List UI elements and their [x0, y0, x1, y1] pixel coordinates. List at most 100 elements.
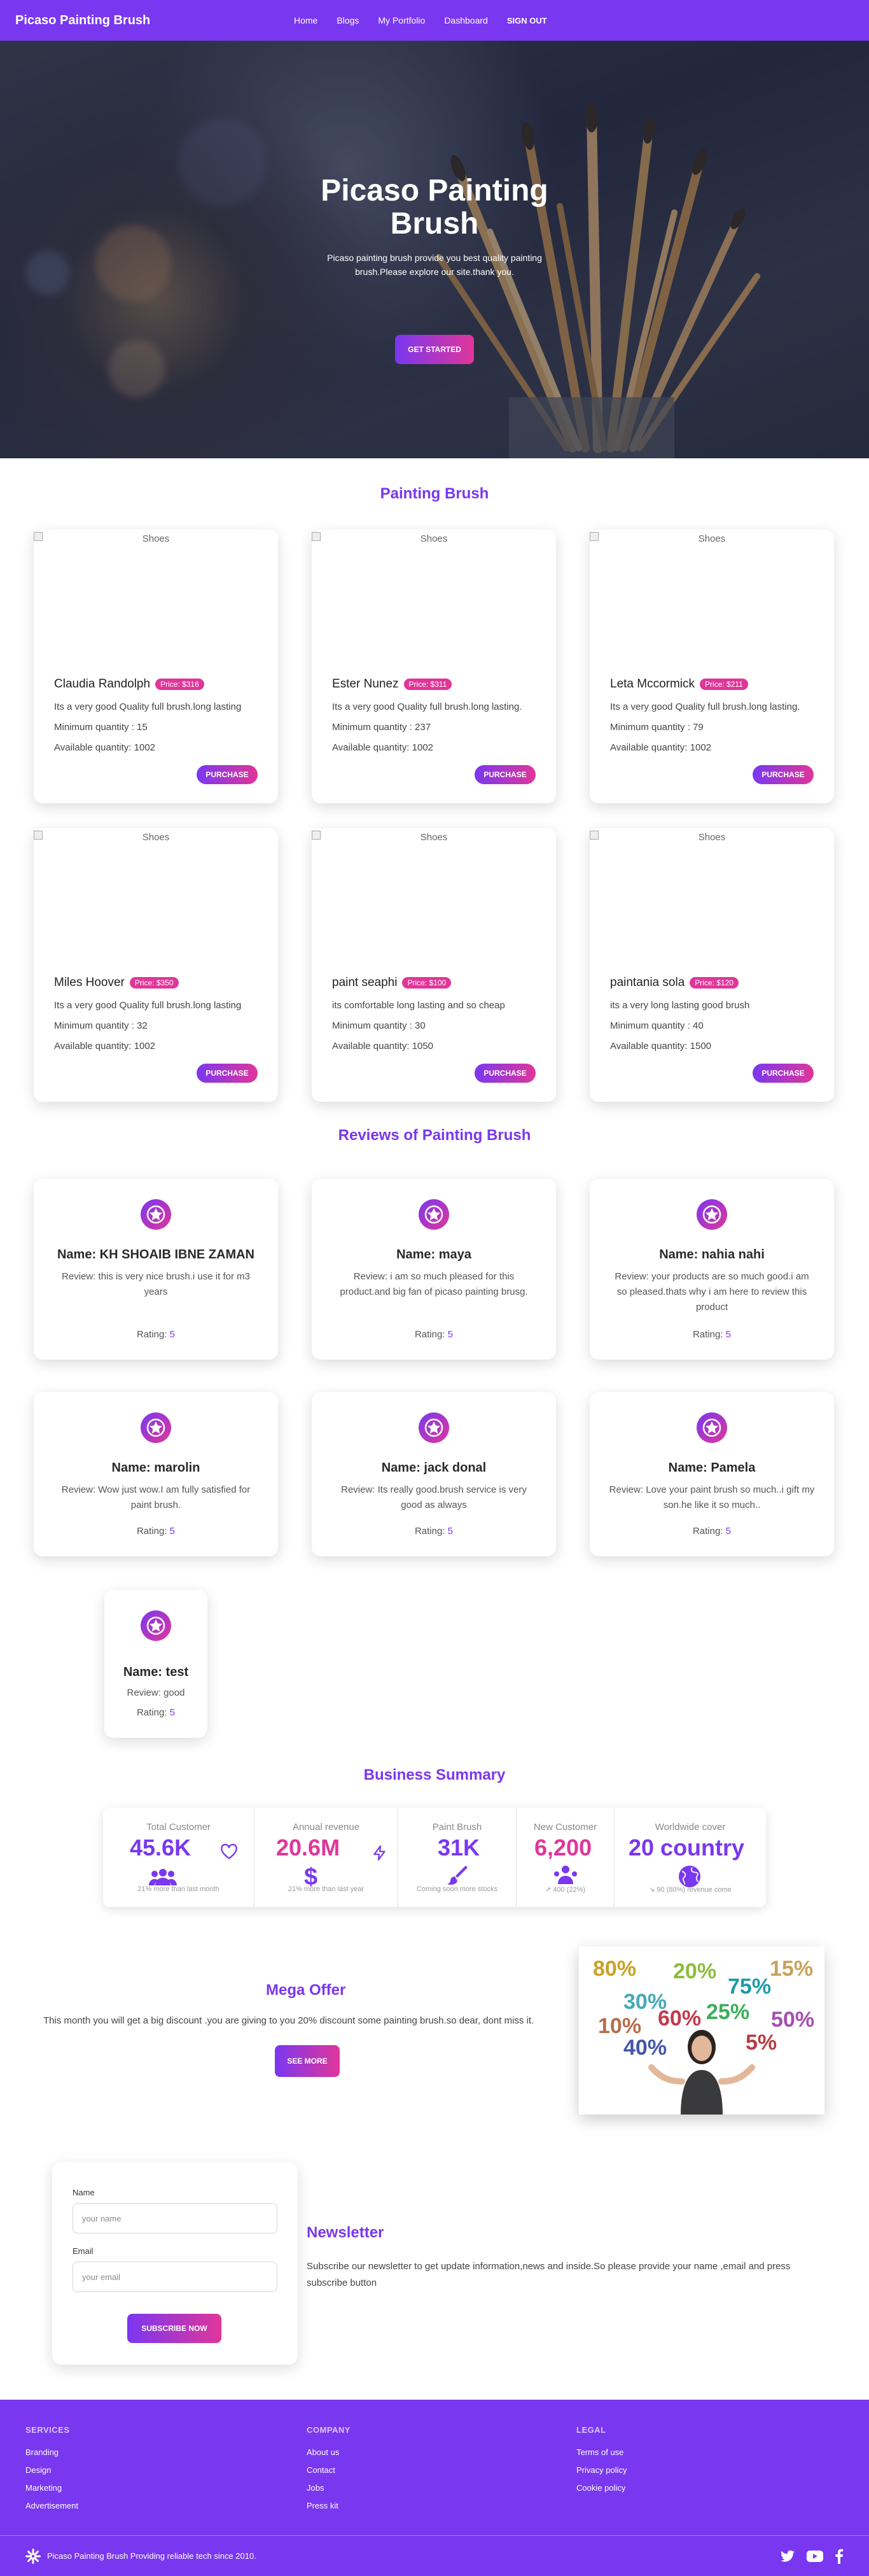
nav-link-portfolio[interactable]: My Portfolio — [378, 15, 425, 25]
percent-label: 15% — [770, 1957, 814, 1981]
navbar: Picaso Painting Brush Home Blogs My Port… — [0, 0, 869, 41]
stat-value: 20.6M — [276, 1834, 340, 1861]
star-icon — [141, 1610, 171, 1641]
product-image-alt: Shoes — [698, 533, 726, 544]
review-text: Review: this is very nice brush.i use it… — [62, 1271, 250, 1297]
hero-subtitle: Picaso painting brush provide you best q… — [327, 253, 542, 277]
product-name: Leta Mccormick — [610, 677, 695, 691]
footer-link-terms[interactable]: Terms of use — [576, 2447, 627, 2457]
brush-icon — [447, 1866, 468, 1885]
footer-link-advertisement[interactable]: Advertisement — [25, 2501, 78, 2510]
stat-value: 20 country — [629, 1834, 745, 1861]
review-rating: Rating: 5 — [590, 1526, 834, 1537]
minimum-quantity: Minimum quantity : 32 — [54, 1020, 148, 1031]
product-image-alt: Shoes — [420, 533, 448, 544]
available-quantity: Available quantity: 1500 — [610, 1041, 712, 1052]
stat-worldwide-cover: Worldwide cover 20 country ↘ 90 (80%) re… — [615, 1808, 766, 1907]
product-card: Shoes paintania sola Price: $120 its a very… — [590, 828, 834, 1102]
email-input[interactable] — [73, 2262, 277, 2292]
stat-label: Paint Brush — [432, 1822, 482, 1833]
reviewer-name: Name: KH SHOAIB IBNE ZAMAN — [57, 1248, 255, 1262]
stat-subtext: ↘ 90 (80%) revenue come — [649, 1886, 732, 1894]
review-card: Name: nahia nahi Review: your products ar… — [590, 1179, 834, 1360]
footer-link-about[interactable]: About us — [307, 2447, 351, 2457]
twitter-icon[interactable] — [780, 2549, 795, 2564]
stat-subtext: ↗ 400 (22%) — [545, 1886, 586, 1894]
review-rating: Rating: 5 — [312, 1329, 556, 1340]
product-card: Shoes Miles Hoover Price: $350 Its a very g… — [34, 828, 278, 1102]
minimum-quantity: Minimum quantity : 237 — [332, 722, 431, 733]
product-image-alt: Shoes — [142, 832, 170, 843]
users-icon — [149, 1869, 177, 1885]
purchase-button[interactable]: PURCHASE — [197, 765, 258, 784]
stat-new-customer: New Customer 6,200 ↗ 400 (22%) — [517, 1808, 615, 1907]
stat-label: Total Customer — [146, 1822, 211, 1833]
product-name-row: paint seaphi Price: $100 — [332, 976, 452, 990]
newsletter-form: Name Email SUBSCRIBE NOW — [52, 2162, 298, 2365]
stat-annual-revenue: Annual revenue 20.6M $ 21% more than las… — [254, 1808, 398, 1907]
product-description: its a very long lasting good brush — [610, 1000, 750, 1011]
product-description: Its a very good Quality full brush.long … — [332, 701, 522, 712]
nav-link-blogs[interactable]: Blogs — [337, 15, 359, 25]
email-label: Email — [73, 2246, 94, 2256]
reviewer-name: Name: test — [123, 1665, 189, 1679]
reviewer-name: Name: nahia nahi — [659, 1248, 765, 1262]
purchase-button[interactable]: PURCHASE — [197, 1064, 258, 1083]
minimum-quantity: Minimum quantity : 79 — [610, 722, 704, 733]
purchase-button[interactable]: PURCHASE — [475, 1064, 536, 1083]
product-description: Its a very good Quality full brush.long … — [54, 1000, 242, 1011]
minimum-quantity: Minimum quantity : 40 — [610, 1020, 704, 1031]
offer-image: 80% 20% 75% 15% 30% 60% 25% 10% 50% 40% … — [579, 1946, 824, 2115]
product-name: paint seaphi — [332, 976, 398, 989]
minimum-quantity: Minimum quantity : 15 — [54, 722, 148, 733]
price-badge: Price: $120 — [690, 977, 739, 989]
footer-link-jobs[interactable]: Jobs — [307, 2483, 351, 2493]
brand-logo[interactable]: Picaso Painting Brush — [15, 13, 150, 28]
percent-label: 25% — [706, 2000, 750, 2024]
copyright-text: Picaso Painting Brush Providing reliable… — [47, 2551, 256, 2561]
review-card: Name: jack donal Review: Its really good.… — [312, 1392, 556, 1556]
percent-label: 80% — [593, 1957, 637, 1981]
product-image-alt: Shoes — [420, 832, 448, 843]
available-quantity: Available quantity: 1002 — [54, 742, 156, 753]
product-image-alt: Shoes — [698, 832, 726, 843]
gear-logo-icon — [25, 2548, 41, 2564]
footer-link-marketing[interactable]: Marketing — [25, 2483, 78, 2493]
purchase-button[interactable]: PURCHASE — [475, 765, 536, 784]
purchase-button[interactable]: PURCHASE — [753, 1064, 814, 1083]
offer-title: Mega Offer — [266, 1981, 346, 1999]
name-input[interactable] — [73, 2203, 277, 2234]
footer-link-contact[interactable]: Contact — [307, 2465, 351, 2475]
footer-link-press-kit[interactable]: Press kit — [307, 2501, 351, 2510]
nav-link-home[interactable]: Home — [294, 15, 317, 25]
hero-title: Picaso Painting Brush — [321, 174, 548, 241]
product-card: Shoes Leta Mccormick Price: $211 Its a very… — [590, 530, 834, 803]
get-started-button[interactable]: GET STARTED — [395, 335, 474, 364]
youtube-icon[interactable] — [807, 2549, 823, 2564]
price-badge: Price: $350 — [129, 977, 179, 989]
footer-link-branding[interactable]: Branding — [25, 2447, 78, 2457]
see-more-button[interactable]: SEE MORE — [275, 2045, 340, 2077]
facebook-icon[interactable] — [835, 2549, 844, 2564]
sign-out-button[interactable]: SIGN OUT — [507, 16, 547, 25]
footer-bottom-bar: Picaso Painting Brush Providing reliable… — [0, 2535, 869, 2576]
review-text: Review: Love your paint brush so much..i… — [609, 1484, 815, 1510]
review-rating: Rating: 5 — [34, 1329, 278, 1340]
footer-link-privacy[interactable]: Privacy policy — [576, 2465, 627, 2475]
footer-link-design[interactable]: Design — [25, 2465, 78, 2475]
reviewer-name: Name: maya — [396, 1248, 471, 1262]
rating-value: 5 — [725, 1526, 732, 1537]
stat-paint-brush: Paint Brush 31K Coming soon more stocks — [398, 1808, 517, 1907]
rating-label: Rating: — [692, 1329, 723, 1340]
nav-link-dashboard[interactable]: Dashboard — [444, 15, 488, 25]
subscribe-button[interactable]: SUBSCRIBE NOW — [127, 2314, 221, 2343]
star-icon — [141, 1412, 171, 1443]
stat-value: 45.6K — [130, 1834, 191, 1861]
purchase-button[interactable]: PURCHASE — [753, 765, 814, 784]
product-name-row: paintania sola Price: $120 — [610, 976, 739, 990]
review-text: Review: Its really good.brush service is… — [341, 1484, 527, 1510]
footer-link-cookie[interactable]: Cookie policy — [576, 2483, 627, 2493]
reviewer-name: Name: marolin — [111, 1461, 200, 1475]
review-text: Review: your products are so much good.i… — [615, 1271, 809, 1313]
stat-total-customer: Total Customer 45.6K 21% more than last … — [103, 1808, 254, 1907]
